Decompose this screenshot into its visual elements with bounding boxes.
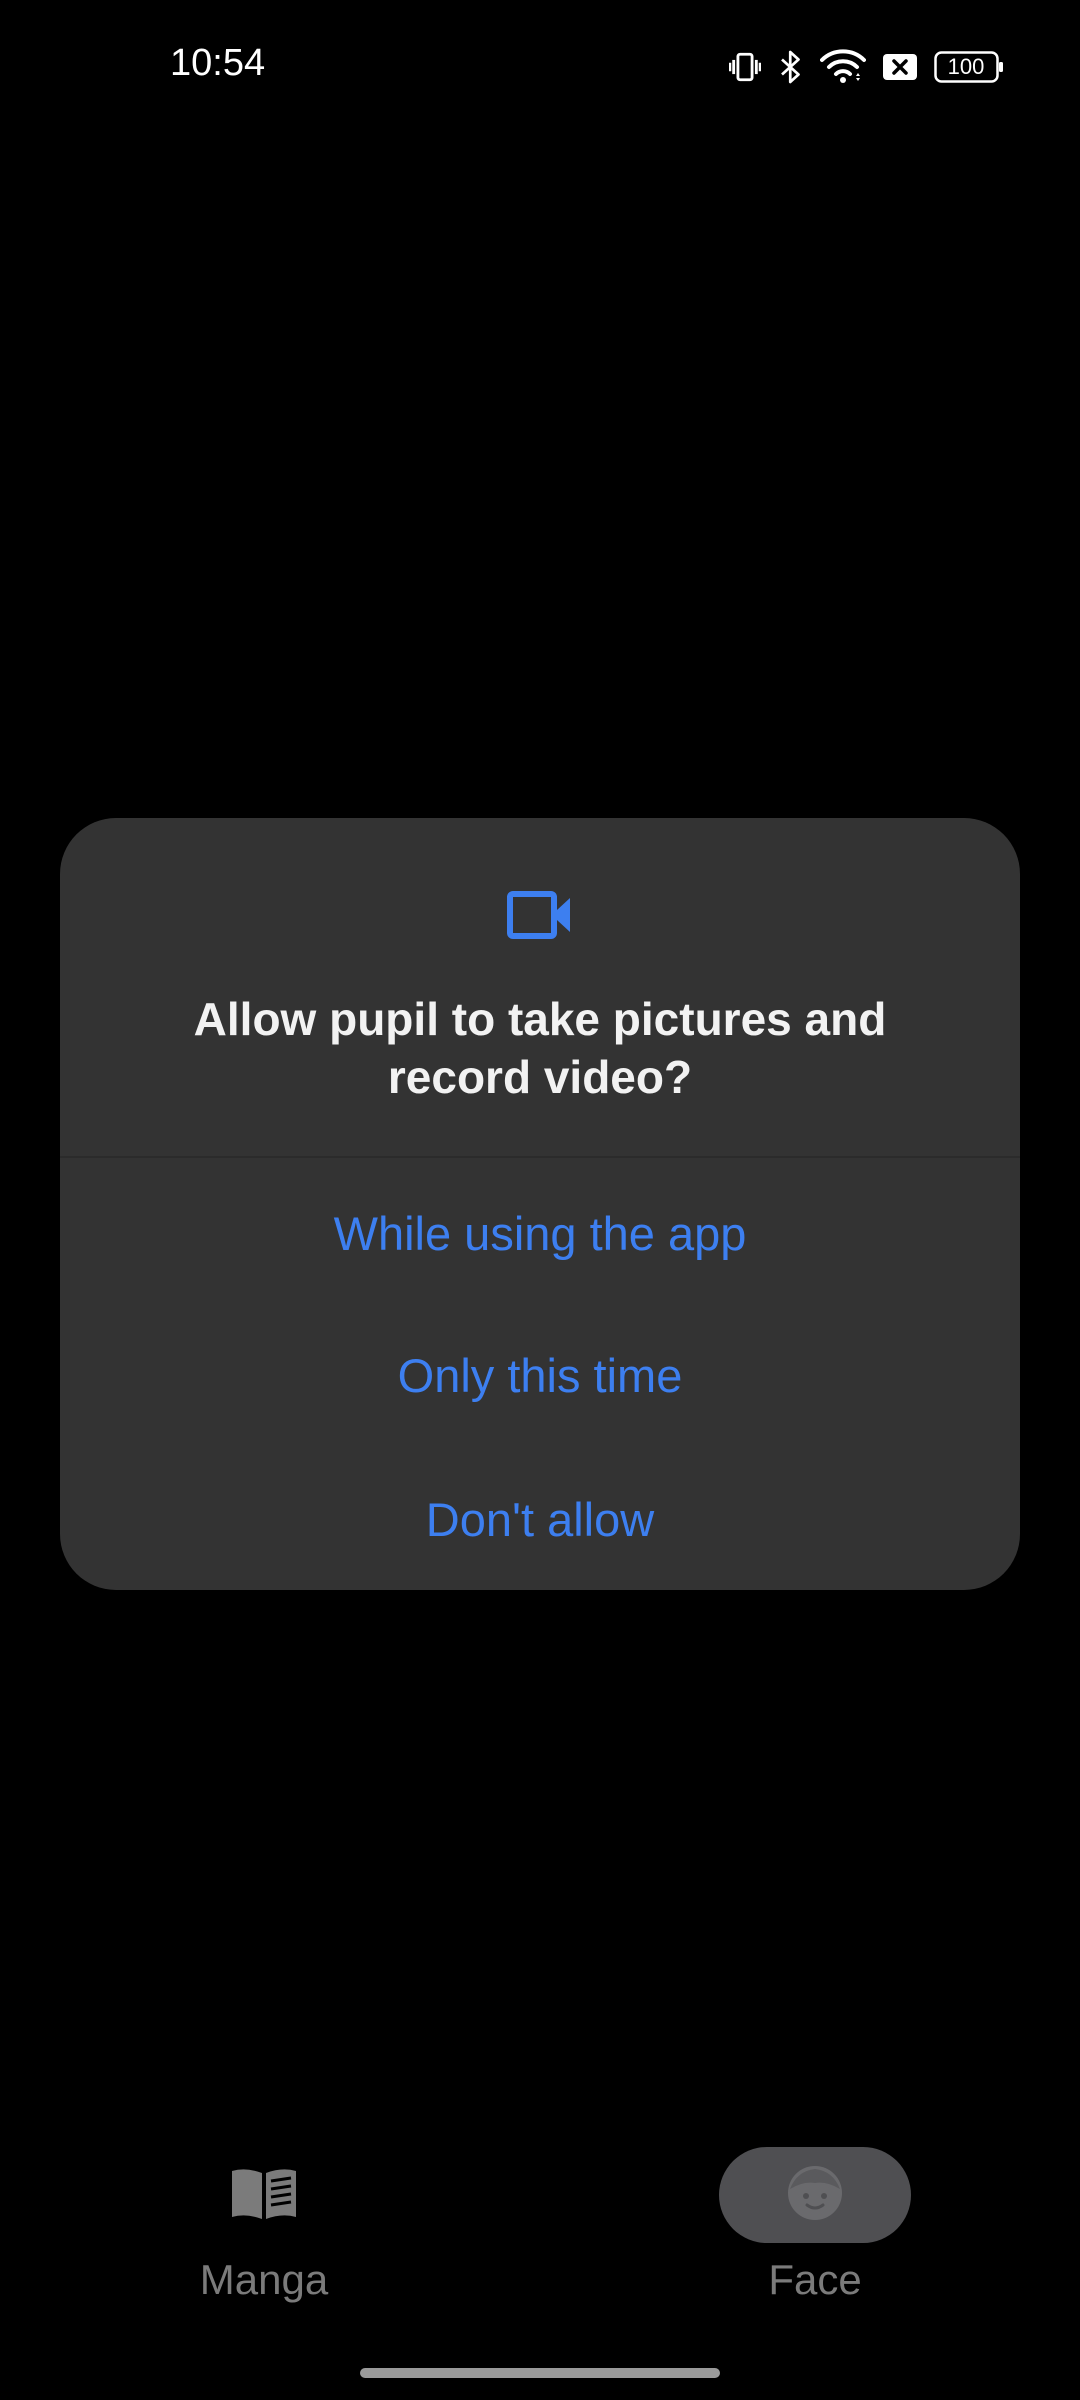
nav-label-face: Face xyxy=(768,2256,862,2303)
nav-item-face[interactable]: Face xyxy=(655,2130,975,2310)
videocam-icon xyxy=(507,890,573,940)
battery-icon: 100 xyxy=(934,51,1004,83)
permission-dialog: Allow pupil to take pictures and record … xyxy=(60,818,1020,1590)
battery-level: 100 xyxy=(947,54,985,79)
status-time: 10:54 xyxy=(170,42,266,84)
face-icon xyxy=(785,2163,845,2228)
nav-label-manga: Manga xyxy=(199,2256,329,2303)
dont-allow-button[interactable]: Don't allow xyxy=(60,1449,1020,1589)
nav-item-manga[interactable]: Manga xyxy=(104,2130,424,2310)
status-bar: 10:54 100 xyxy=(0,0,1080,130)
vibrate-icon xyxy=(728,50,762,84)
bluetooth-icon xyxy=(778,49,804,85)
bottom-navigation: Manga Face xyxy=(0,2130,1080,2330)
wifi-icon xyxy=(820,49,866,85)
while-using-app-button[interactable]: While using the app xyxy=(60,1163,1020,1303)
nav-selected-pill xyxy=(719,2147,911,2243)
dialog-divider xyxy=(60,1156,1020,1158)
dialog-title: Allow pupil to take pictures and record … xyxy=(193,993,887,1103)
screen: 10:54 100 Allow pupil to take pictures a… xyxy=(0,0,1080,2400)
nav-icon-container xyxy=(168,2147,360,2243)
book-icon xyxy=(230,2165,298,2226)
status-icons: 100 xyxy=(728,46,1004,88)
home-indicator[interactable] xyxy=(360,2368,720,2378)
no-sim-icon xyxy=(882,52,918,82)
only-this-time-button[interactable]: Only this time xyxy=(60,1305,1020,1445)
